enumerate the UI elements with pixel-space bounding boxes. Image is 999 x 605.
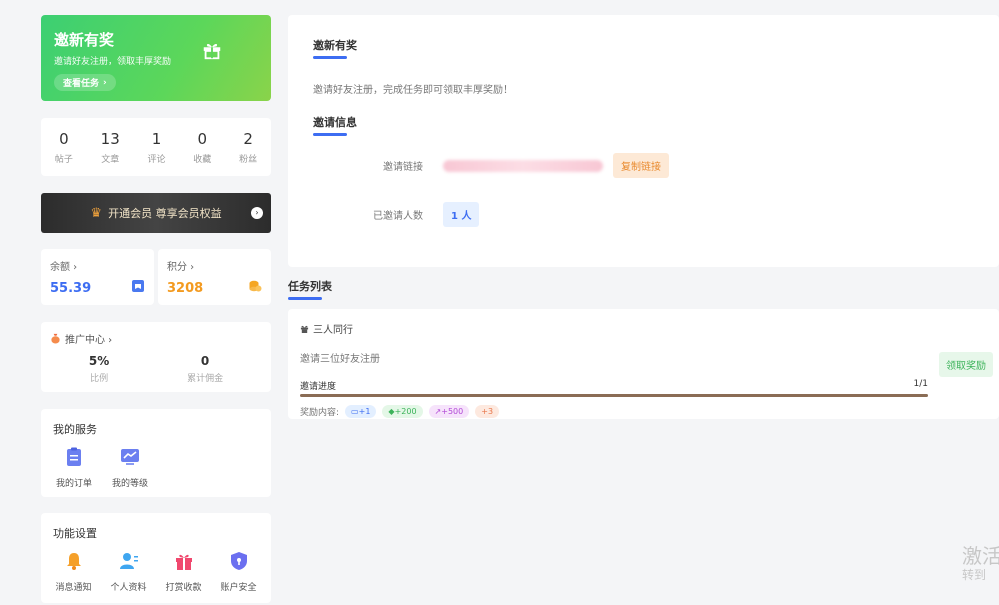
stat-favorites[interactable]: 0 收藏 bbox=[193, 130, 211, 165]
activation-line-1: 激活 bbox=[962, 544, 999, 568]
stat-value: 13 bbox=[100, 129, 120, 148]
invite-promo-banner: 邀新有奖 邀请好友注册，领取丰厚奖励 查看任务 › bbox=[41, 15, 271, 101]
commission-ratio-label: 比例 bbox=[90, 374, 109, 384]
invite-description: 邀请好友注册，完成任务即可领取丰厚奖励！ bbox=[313, 85, 513, 96]
promotion-center: 推广中心 › 5% 比例 0 累计佣金 bbox=[41, 322, 271, 392]
invited-count-row: 已邀请人数 1 人 bbox=[288, 202, 480, 227]
invited-count-badge: 1 人 bbox=[443, 202, 480, 227]
stat-comments[interactable]: 1 评论 bbox=[148, 130, 166, 165]
invite-panel: 邀新有奖 邀请好友注册，完成任务即可领取丰厚奖励！ 邀请信息 邀请链接 复制链接… bbox=[288, 15, 999, 267]
money-bag-icon bbox=[51, 333, 60, 344]
promo-subtitle: 邀请好友注册，领取丰厚奖励 bbox=[54, 57, 172, 67]
chevron-right-icon: › bbox=[103, 77, 107, 88]
reward-chip: +3 bbox=[475, 405, 500, 418]
commission-ratio-value: 5% bbox=[88, 354, 110, 368]
account-security-label: 账户安全 bbox=[220, 583, 257, 593]
stat-label: 评论 bbox=[147, 154, 166, 165]
profile-label: 个人资料 bbox=[110, 583, 147, 593]
my-orders-button[interactable]: 我的订单 bbox=[53, 447, 95, 489]
vip-label: 开通会员 尊享会员权益 bbox=[108, 207, 222, 220]
rewards-label: 奖励内容: bbox=[300, 408, 340, 418]
stat-label: 帖子 bbox=[54, 154, 73, 165]
balance-label: 余额 › bbox=[50, 262, 78, 273]
notifications-button[interactable]: 消息通知 bbox=[53, 551, 94, 593]
task-name: 三人同行 bbox=[313, 325, 353, 336]
stat-value: 1 bbox=[151, 129, 162, 148]
task-progress-fill bbox=[300, 394, 928, 397]
task-progress-label: 邀请进度 bbox=[300, 382, 337, 392]
user-stats: 0 帖子 13 文章 1 评论 0 收藏 2 粉丝 bbox=[41, 118, 271, 176]
vip-membership-bar[interactable]: ♛ 开通会员 尊享会员权益 › bbox=[41, 193, 271, 233]
invite-link-row: 邀请链接 复制链接 bbox=[288, 153, 669, 178]
invite-title: 邀新有奖 bbox=[313, 37, 357, 59]
promo-title: 邀新有奖 bbox=[54, 31, 115, 49]
account-security-button[interactable]: 账户安全 bbox=[218, 551, 259, 593]
invited-count-label: 已邀请人数 bbox=[373, 211, 423, 222]
reward-chip: ▭+1 bbox=[345, 405, 377, 418]
profile-icon bbox=[119, 553, 138, 569]
stat-articles[interactable]: 13 文章 bbox=[101, 130, 120, 165]
bell-icon bbox=[66, 553, 81, 570]
task-progress-bar bbox=[300, 394, 928, 397]
gift-box-icon bbox=[175, 554, 192, 570]
activation-line-2: 转到 bbox=[962, 568, 987, 582]
reward-chip: ◆+200 bbox=[382, 405, 423, 418]
task-list-title: 任务列表 bbox=[288, 278, 332, 300]
reward-value: +3 bbox=[481, 407, 494, 416]
my-level-button[interactable]: 我的等级 bbox=[109, 447, 151, 489]
notifications-label: 消息通知 bbox=[55, 583, 92, 593]
ticket-icon: ▭ bbox=[351, 407, 359, 416]
points-label: 积分 › bbox=[167, 262, 195, 273]
stat-value: 2 bbox=[243, 129, 253, 148]
stat-followers[interactable]: 2 粉丝 bbox=[239, 130, 257, 165]
stat-label: 文章 bbox=[101, 154, 120, 165]
promotion-center-link[interactable]: 推广中心 › bbox=[50, 331, 262, 346]
invite-link-label: 邀请链接 bbox=[383, 162, 423, 173]
stat-posts[interactable]: 0 帖子 bbox=[55, 130, 73, 165]
reward-value: +200 bbox=[394, 407, 417, 416]
points-card[interactable]: 积分 › 3208 bbox=[158, 249, 271, 305]
task-rewards: 奖励内容: ▭+1 ◆+200 ↗+500 +3 bbox=[300, 405, 987, 418]
stat-value: 0 bbox=[197, 129, 208, 148]
promotion-center-title: 推广中心 › bbox=[65, 335, 113, 346]
stat-value: 0 bbox=[59, 129, 69, 148]
my-orders-label: 我的订单 bbox=[55, 479, 92, 489]
task-card: 三人同行 邀请三位好友注册 邀请进度 1/1 奖励内容: ▭+1 ◆+200 ↗… bbox=[288, 309, 999, 419]
crown-icon: ♛ bbox=[90, 205, 103, 221]
total-commission-value: 0 bbox=[200, 354, 210, 368]
shield-icon bbox=[230, 552, 247, 570]
function-settings: 功能设置 消息通知 个人资料 打赏收款 账户安全 bbox=[41, 513, 271, 603]
view-tasks-label: 查看任务 bbox=[63, 79, 100, 89]
task-description: 邀请三位好友注册 bbox=[300, 354, 380, 365]
balance-card[interactable]: 余额 › 55.39 bbox=[41, 249, 154, 305]
windows-activation-watermark: 激活 转到 bbox=[962, 544, 999, 582]
stat-label: 收藏 bbox=[193, 154, 212, 165]
my-services: 我的服务 我的订单 我的等级 bbox=[41, 409, 271, 497]
services-title: 我的服务 bbox=[53, 423, 97, 436]
task-progress-text: 1/1 bbox=[913, 379, 928, 389]
reward-value: +1 bbox=[358, 407, 371, 416]
wallet-icon bbox=[132, 280, 144, 292]
reward-value: +500 bbox=[441, 407, 464, 416]
reward-chip: ↗+500 bbox=[428, 405, 470, 418]
tip-collection-label: 打赏收款 bbox=[165, 583, 202, 593]
gift-icon bbox=[203, 44, 221, 60]
stat-label: 粉丝 bbox=[239, 154, 258, 165]
invite-info-title: 邀请信息 bbox=[313, 114, 357, 136]
coins-icon bbox=[249, 280, 262, 292]
my-level-label: 我的等级 bbox=[111, 479, 148, 489]
tip-collection-button[interactable]: 打赏收款 bbox=[163, 551, 204, 593]
copy-link-button[interactable]: 复制链接 bbox=[613, 153, 669, 178]
claim-reward-button[interactable]: 领取奖励 bbox=[939, 352, 993, 377]
level-icon bbox=[121, 449, 139, 465]
invite-link-value[interactable] bbox=[443, 159, 603, 172]
settings-title: 功能设置 bbox=[53, 527, 97, 540]
total-commission-label: 累计佣金 bbox=[187, 374, 224, 384]
chevron-right-icon: › bbox=[251, 207, 263, 219]
view-tasks-button[interactable]: 查看任务 › bbox=[54, 74, 116, 91]
gift-icon bbox=[300, 325, 309, 333]
order-icon bbox=[67, 447, 81, 466]
profile-button[interactable]: 个人资料 bbox=[108, 551, 149, 593]
